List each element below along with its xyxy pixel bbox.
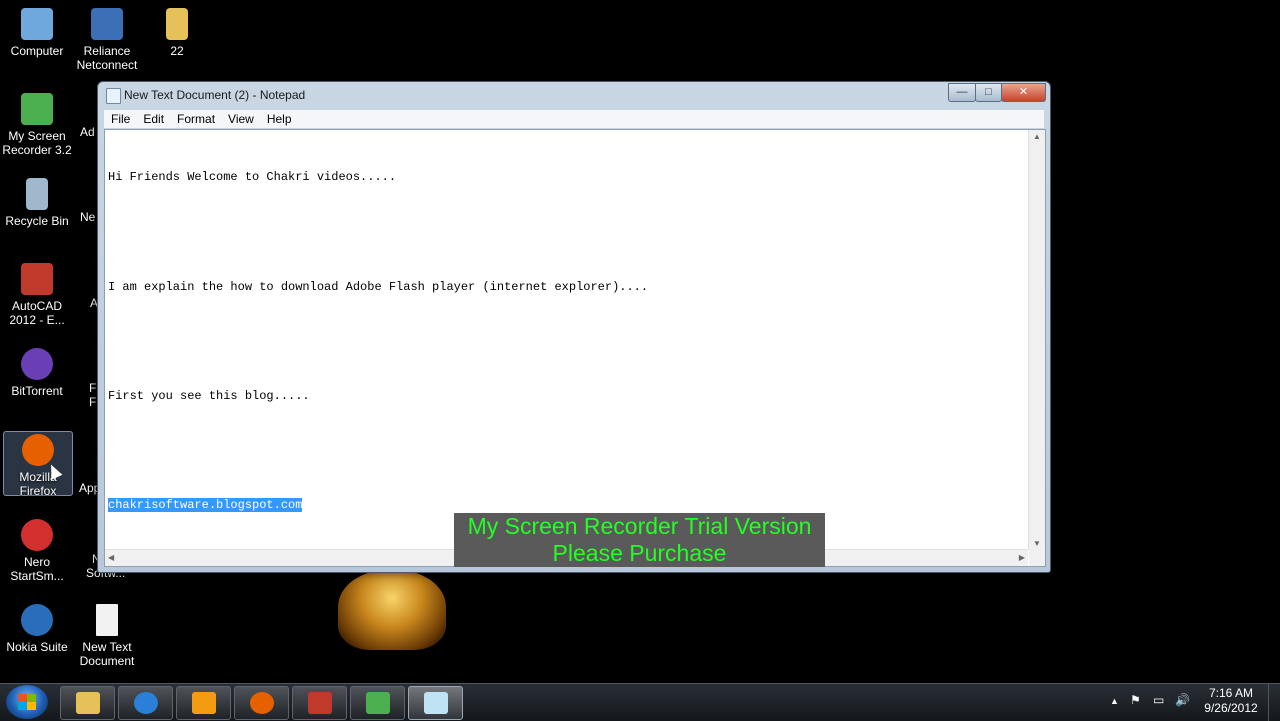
size-grip[interactable] [1029,550,1045,566]
recycle-bin-icon [26,178,48,210]
text-line [108,223,1026,241]
desktop-icon-folder-22[interactable]: 22 [140,2,214,58]
menu-file[interactable]: File [104,110,136,126]
taskbar-button-media-player[interactable] [176,686,231,720]
firefox-icon [250,692,274,714]
scroll-up-icon[interactable]: ▲ [1033,132,1041,141]
desktop-icon-nero[interactable]: Nero StartSm... [0,513,74,583]
menu-help[interactable]: Help [260,110,298,126]
desktop-icon-mozilla-firefox[interactable]: Mozilla Firefox [3,431,73,498]
volume-icon[interactable]: 🔊 [1175,693,1190,707]
vertical-scrollbar[interactable]: ▲ ▼ [1028,130,1045,550]
desktop-icon-partial-label: F [89,395,97,409]
text-line [108,332,1026,350]
desktop-icon-label: BitTorrent [11,384,63,398]
screen-recorder-icon [366,692,390,714]
taskbar-button-windows-explorer[interactable] [60,686,115,720]
desktop-icon-computer[interactable]: Computer [0,2,74,58]
notepad-icon [424,692,448,714]
clock-time: 7:16 AM [1208,686,1254,700]
scroll-down-icon[interactable]: ▼ [1033,539,1041,548]
firefox-icon [22,434,54,466]
desktop-icon-label: Computer [10,44,64,58]
text-line [108,441,1026,459]
menu-bar: File Edit Format View Help [104,110,1044,128]
reliance-netconnect-icon [91,8,123,40]
desktop-icon-my-screen-recorder[interactable]: My Screen Recorder 3.2 [0,87,74,157]
text-editor[interactable]: Hi Friends Welcome to Chakri videos.....… [104,129,1046,567]
bittorrent-icon [21,348,53,380]
desktop-icon-label: Reliance Netconnect [76,44,138,72]
desktop-icon-reliance-netconnect[interactable]: Reliance Netconnect [70,2,144,72]
desktop-icon-partial-label: Ne [80,210,96,224]
screen-recorder-icon [21,93,53,125]
desktop-icon-bittorrent[interactable]: BitTorrent [0,342,74,398]
recorder-watermark: My Screen Recorder Trial Version Please … [454,513,825,567]
taskbar-button-adobe-reader[interactable] [292,686,347,720]
watermark-line-2: Please Purchase [552,540,727,566]
desktop-icon-label: Nero StartSm... [10,555,64,583]
window-title: New Text Document (2) - Notepad [124,88,306,102]
notepad-icon [106,88,121,104]
taskbar-button-firefox[interactable] [234,686,289,720]
minimize-button[interactable]: — [948,83,976,102]
desktop-icon-autocad[interactable]: AutoCAD 2012 - E... [0,257,74,327]
desktop-icon-nokia-suite[interactable]: Nokia Suite [0,598,74,654]
show-hidden-icons-icon[interactable]: ▲ [1110,696,1119,706]
text-document-icon [96,604,118,636]
watermark-line-1: My Screen Recorder Trial Version [467,513,812,539]
maximize-button[interactable]: □ [975,83,1002,102]
scroll-left-icon[interactable]: ◀ [108,553,114,562]
folder-icon [76,692,100,714]
show-desktop-button[interactable] [1268,684,1280,721]
windows-logo-icon [18,694,36,710]
wallpaper-lamp [338,570,446,650]
text-content[interactable]: Hi Friends Welcome to Chakri videos.....… [108,132,1026,544]
menu-view[interactable]: View [221,110,260,126]
taskbar-button-notepad[interactable] [408,686,463,720]
desktop-icon-partial-label: F [89,381,97,395]
text-line: Hi Friends Welcome to Chakri videos..... [108,170,397,185]
autocad-icon [21,263,53,295]
desktop-icon-label: 22 [170,44,184,58]
desktop-icon-label: Recycle Bin [5,214,69,228]
text-line: First you see this blog..... [108,388,310,403]
desktop-icon-recycle-bin[interactable]: Recycle Bin [0,172,74,228]
computer-icon [21,8,53,40]
media-player-icon [192,692,216,714]
text-line: I am explain the how to download Adobe F… [108,279,649,294]
scroll-right-icon[interactable]: ▶ [1019,553,1025,562]
menu-format[interactable]: Format [170,110,221,126]
taskbar-button-screen-recorder[interactable] [350,686,405,720]
action-center-flag-icon[interactable]: ⚑ [1130,693,1141,707]
system-clock[interactable]: 7:16 AM 9/26/2012 [1198,686,1264,716]
desktop-icon-new-text-document[interactable]: New Text Document [70,598,144,668]
taskbar: ▲ ⚑ ▭ 🔊 7:16 AM 9/26/2012 [0,683,1280,721]
taskbar-button-internet-explorer[interactable] [118,686,173,720]
menu-edit[interactable]: Edit [136,110,170,126]
selected-text[interactable]: chakrisoftware.blogspot.com [108,497,303,512]
network-icon[interactable]: ▭ [1153,693,1164,707]
title-bar[interactable]: New Text Document (2) - Notepad — □ ✕ [98,82,1050,108]
notepad-window[interactable]: New Text Document (2) - Notepad — □ ✕ Fi… [97,81,1051,573]
close-button[interactable]: ✕ [1001,83,1046,102]
internet-explorer-icon [134,692,158,714]
nokia-suite-icon [21,604,53,636]
desktop-icon-partial-label: Ad [80,125,95,139]
desktop-icon-label: Nokia Suite [6,640,68,654]
adobe-reader-icon [308,692,332,714]
start-button[interactable] [6,685,48,719]
selected-text-line: chakrisoftware.blogspot.com [108,496,1026,514]
desktop-icon-label: AutoCAD 2012 - E... [9,299,65,327]
clock-date: 9/26/2012 [1204,701,1258,715]
desktop-icon-label: My Screen Recorder 3.2 [2,129,72,157]
folder-icon [166,8,188,40]
nero-icon [21,519,53,551]
desktop-icon-label: New Text Document [79,640,135,668]
